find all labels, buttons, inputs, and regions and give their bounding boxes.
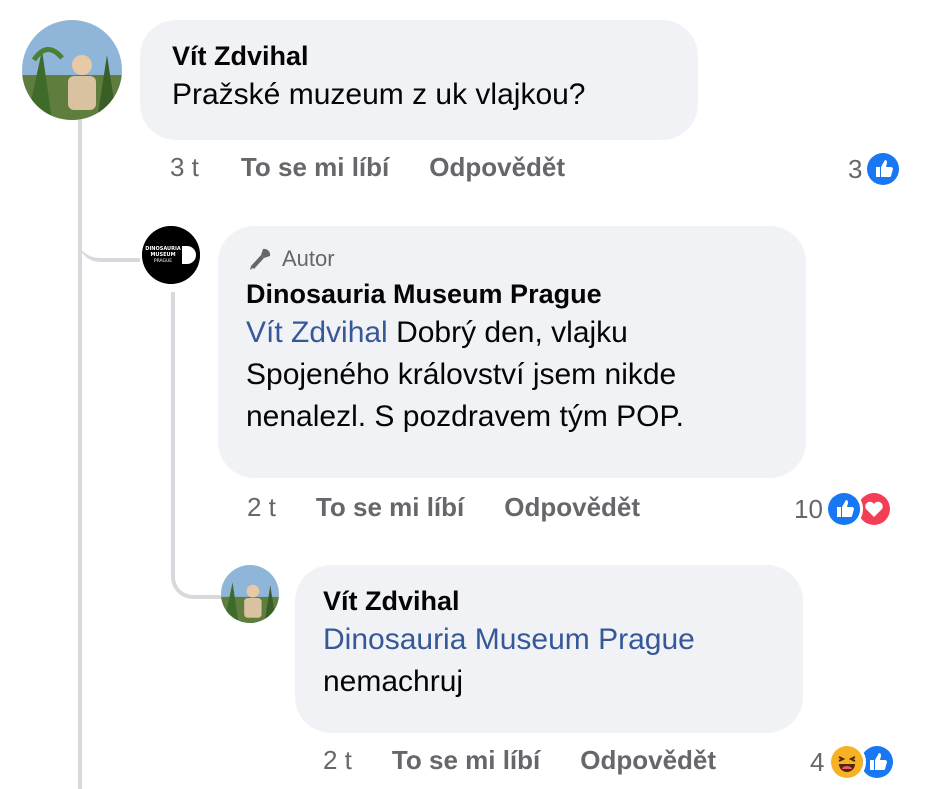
comment-text-line-3: nenalezl. S pozdravem tým POP. [246,400,684,433]
haha-icon [828,743,867,781]
avatar-vit-zdvihal-small[interactable] [221,565,279,623]
reply-button[interactable]: Odpovědět [580,745,716,776]
comment-actions-1: 3 t To se mi líbí Odpovědět [170,152,565,183]
like-button[interactable]: To se mi líbí [241,152,389,183]
mention-link[interactable]: Vít Zdvihal [246,316,388,349]
comment-actions-2: 2 t To se mi líbí Odpovědět [247,492,640,523]
mention-link[interactable]: Dinosauria Museum Prague [323,619,775,661]
comment-text-line-1: Dobrý den, vlajku [387,316,628,349]
avatar-dinosauria-museum[interactable]: DINOSAURIA MUSEUM PRAGUE [142,226,200,284]
author-badge-label: Autor [282,246,335,271]
reply-button[interactable]: Odpovědět [504,492,640,523]
microphone-icon [246,245,274,273]
comment-text: Pražské muzeum z uk vlajkou? [172,78,586,111]
avatar-vit-zdvihal[interactable] [22,20,122,120]
reaction-summary-1[interactable]: 3 [848,150,903,188]
comment-text-line-2: Spojeného království jsem nikde [246,358,677,391]
comment-time[interactable]: 2 t [323,745,352,776]
svg-text:PRAGUE: PRAGUE [154,258,172,264]
comment-text: nemachruj [323,665,464,698]
thread-connector-reply-2 [171,545,223,599]
thread-connector-reply-1 [78,200,140,262]
comment-actions-3: 2 t To se mi líbí Odpovědět [323,745,716,776]
reaction-count: 3 [848,153,863,184]
like-button[interactable]: To se mi líbí [316,492,464,523]
reaction-summary-3[interactable]: 4 [810,743,897,781]
comment-bubble-3: Vít Zdvihal Dinosauria Museum Prague nem… [295,565,803,733]
reaction-count: 4 [810,746,825,777]
author-badge: Autor [246,244,778,274]
thread-line-reply [171,292,175,562]
like-button[interactable]: To se mi líbí [392,745,540,776]
comment-time[interactable]: 2 t [247,492,276,523]
comment-text: Vít Zdvihal Dobrý den, vlajku [246,312,778,354]
reply-button[interactable]: Odpovědět [429,152,565,183]
reaction-count: 10 [794,493,823,524]
thread-line-main-lower [78,250,82,789]
comment-time[interactable]: 3 t [170,152,199,183]
svg-text:MUSEUM: MUSEUM [150,252,175,258]
comment-bubble-2: Autor Dinosauria Museum Prague Vít Zdvih… [218,226,806,478]
like-icon [824,490,863,528]
comment-bubble-1: Vít Zdvihal Pražské muzeum z uk vlajkou? [140,20,698,140]
comment-author[interactable]: Vít Zdvihal [172,38,666,74]
comment-author[interactable]: Vít Zdvihal [323,583,775,619]
comment-author[interactable]: Dinosauria Museum Prague [246,276,778,312]
reaction-summary-2[interactable]: 10 [794,490,893,528]
like-icon [864,150,903,188]
